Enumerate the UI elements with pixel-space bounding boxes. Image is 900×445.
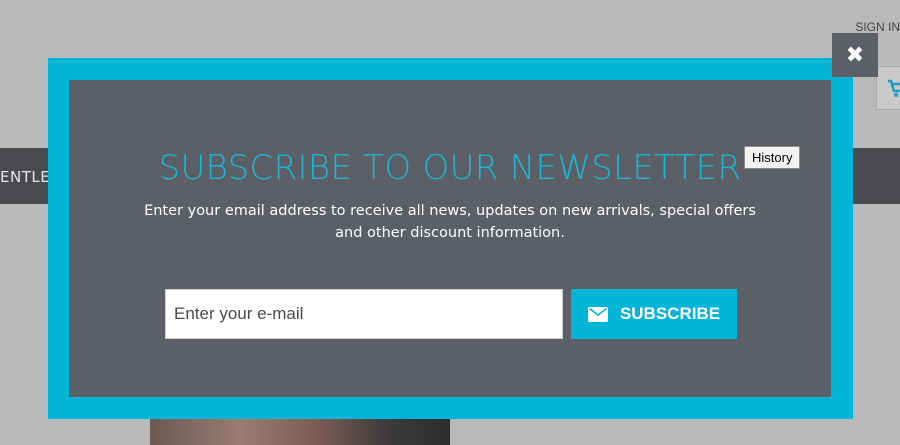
cart-button[interactable] [876,66,900,110]
subscribe-label: SUBSCRIBE [619,304,721,323]
newsletter-title: SUBSCRIBE TO OUR NEWSLETTER [158,148,742,188]
close-icon: ✖ [845,42,865,68]
envelope-icon [587,306,608,322]
nav-item-partial[interactable]: ENTLE [0,168,50,186]
email-input[interactable] [165,289,563,339]
newsletter-modal: SUBSCRIBE TO OUR NEWSLETTER Enter your e… [48,58,853,419]
cart-icon [888,79,900,97]
sign-in-link[interactable]: SIGN IN [855,20,900,34]
newsletter-panel: SUBSCRIBE TO OUR NEWSLETTER Enter your e… [69,80,831,397]
close-button[interactable]: ✖ [832,33,878,77]
newsletter-description: Enter your email address to receive all … [144,203,756,241]
subscribe-button[interactable]: SUBSCRIBE [571,289,737,339]
history-tooltip: History [744,146,801,169]
